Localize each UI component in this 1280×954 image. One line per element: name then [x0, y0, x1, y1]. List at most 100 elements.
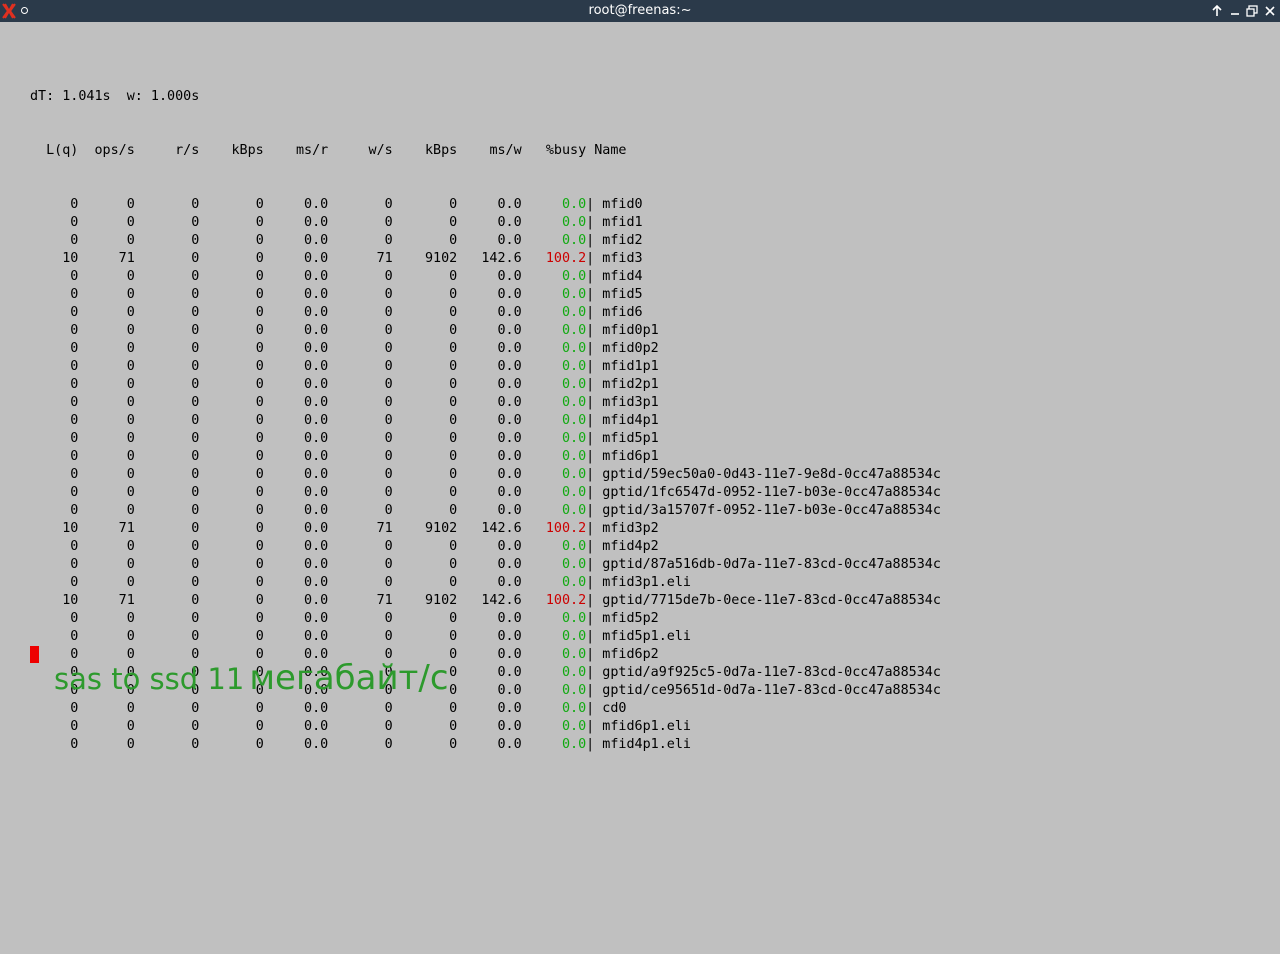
minimize-icon[interactable]: [1228, 4, 1242, 18]
cell-rs: 0: [191, 629, 200, 644]
column-header-3: kBps: [231, 143, 264, 158]
cell-rs: 0: [191, 377, 200, 392]
cell-busy: 0.0: [561, 539, 587, 554]
busy-separator: |: [586, 683, 595, 698]
cell-msr: 0.0: [304, 305, 329, 320]
cell-name: mfid0p2: [602, 341, 659, 356]
cell-name: mfid5p1: [602, 431, 659, 446]
cell-busy: 0.0: [561, 467, 587, 482]
cell-ws: 0: [384, 575, 393, 590]
cell-name: mfid6p2: [602, 647, 659, 662]
cell-msw: 0.0: [497, 323, 522, 338]
raise-icon[interactable]: [1210, 4, 1224, 18]
cell-rkbps: 0: [255, 539, 264, 554]
cell-busy: 0.0: [561, 341, 587, 356]
cell-msw: 0.0: [497, 719, 522, 734]
cell-ws: 0: [384, 233, 393, 248]
cell-busy: 0.0: [561, 359, 587, 374]
column-header-2: r/s: [175, 143, 200, 158]
cell-msw: 0.0: [497, 701, 522, 716]
cell-rkbps: 0: [255, 431, 264, 446]
cell-busy: 0.0: [561, 395, 587, 410]
cell-name: mfid5p2: [602, 611, 659, 626]
cell-name: mfid2p1: [602, 377, 659, 392]
cell-ops: 0: [126, 287, 135, 302]
cell-ops: 0: [126, 485, 135, 500]
cell-msr: 0.0: [304, 233, 329, 248]
busy-separator: |: [586, 251, 595, 266]
cell-rs: 0: [191, 521, 200, 536]
cell-wkbps: 0: [449, 215, 458, 230]
cell-lq: 0: [70, 431, 79, 446]
cell-name: mfid6: [602, 305, 643, 320]
cell-rs: 0: [191, 593, 200, 608]
cell-rkbps: 0: [255, 467, 264, 482]
cell-lq: 0: [70, 719, 79, 734]
cell-name: gptid/87a516db-0d7a-11e7-83cd-0cc47a8853…: [602, 557, 941, 572]
cell-lq: 0: [70, 539, 79, 554]
cell-msr: 0.0: [304, 341, 329, 356]
busy-separator: |: [586, 431, 595, 446]
window-titlebar[interactable]: root@freenas:~: [0, 0, 1280, 22]
busy-separator: |: [586, 719, 595, 734]
cell-name: cd0: [602, 701, 627, 716]
cell-rkbps: 0: [255, 485, 264, 500]
cell-ops: 0: [126, 449, 135, 464]
close-icon[interactable]: [1263, 4, 1277, 18]
cell-msw: 0.0: [497, 377, 522, 392]
cell-ops: 0: [126, 395, 135, 410]
cell-busy: 0.0: [561, 377, 587, 392]
window-title: root@freenas:~: [588, 3, 692, 18]
busy-separator: |: [586, 575, 595, 590]
cell-msw: 0.0: [497, 467, 522, 482]
cell-wkbps: 0: [449, 431, 458, 446]
cell-rkbps: 0: [255, 413, 264, 428]
cell-name: mfid5: [602, 287, 643, 302]
busy-separator: |: [586, 269, 595, 284]
cell-lq: 0: [70, 287, 79, 302]
cell-msw: 0.0: [497, 269, 522, 284]
busy-separator: |: [586, 287, 595, 302]
cell-name: mfid3: [602, 251, 643, 266]
cell-rkbps: 0: [255, 701, 264, 716]
cell-busy: 100.2: [545, 593, 587, 608]
cell-name: mfid4p1: [602, 413, 659, 428]
cell-rs: 0: [191, 215, 200, 230]
cell-rkbps: 0: [255, 341, 264, 356]
cell-ops: 0: [126, 575, 135, 590]
cell-msr: 0.0: [304, 269, 329, 284]
cell-rs: 0: [191, 575, 200, 590]
cell-name: mfid4p2: [602, 539, 659, 554]
table-row: 0 0 0 0 0.0 0 0 0.0 0.0| mfid2p1: [30, 376, 941, 394]
cell-rs: 0: [191, 359, 200, 374]
cell-ws: 71: [376, 521, 393, 536]
table-row: 0 0 0 0 0.0 0 0 0.0 0.0| mfid2: [30, 232, 941, 250]
maximize-icon[interactable]: [1245, 4, 1259, 18]
cell-wkbps: 0: [449, 305, 458, 320]
cell-lq: 0: [70, 215, 79, 230]
cell-name: mfid6p1: [602, 449, 659, 464]
cell-name: mfid3p1: [602, 395, 659, 410]
column-header-7: ms/w: [489, 143, 522, 158]
cell-rkbps: 0: [255, 629, 264, 644]
cell-rkbps: 0: [255, 359, 264, 374]
cell-rs: 0: [191, 287, 200, 302]
cell-name: gptid/59ec50a0-0d43-11e7-9e8d-0cc47a8853…: [602, 467, 941, 482]
cell-ws: 0: [384, 341, 393, 356]
cell-rkbps: 0: [255, 719, 264, 734]
table-row: 0 0 0 0 0.0 0 0 0.0 0.0| mfid5: [30, 286, 941, 304]
cell-rs: 0: [191, 341, 200, 356]
cell-rkbps: 0: [255, 593, 264, 608]
cell-ops: 0: [126, 215, 135, 230]
cell-busy: 0.0: [561, 323, 587, 338]
cell-wkbps: 0: [449, 449, 458, 464]
cell-rs: 0: [191, 413, 200, 428]
cell-rkbps: 0: [255, 557, 264, 572]
cell-msr: 0.0: [304, 287, 329, 302]
cell-msr: 0.0: [304, 611, 329, 626]
busy-separator: |: [586, 377, 595, 392]
cell-msw: 142.6: [481, 521, 522, 536]
cell-msr: 0.0: [304, 395, 329, 410]
cell-msw: 0.0: [497, 665, 522, 680]
cell-ws: 0: [384, 431, 393, 446]
